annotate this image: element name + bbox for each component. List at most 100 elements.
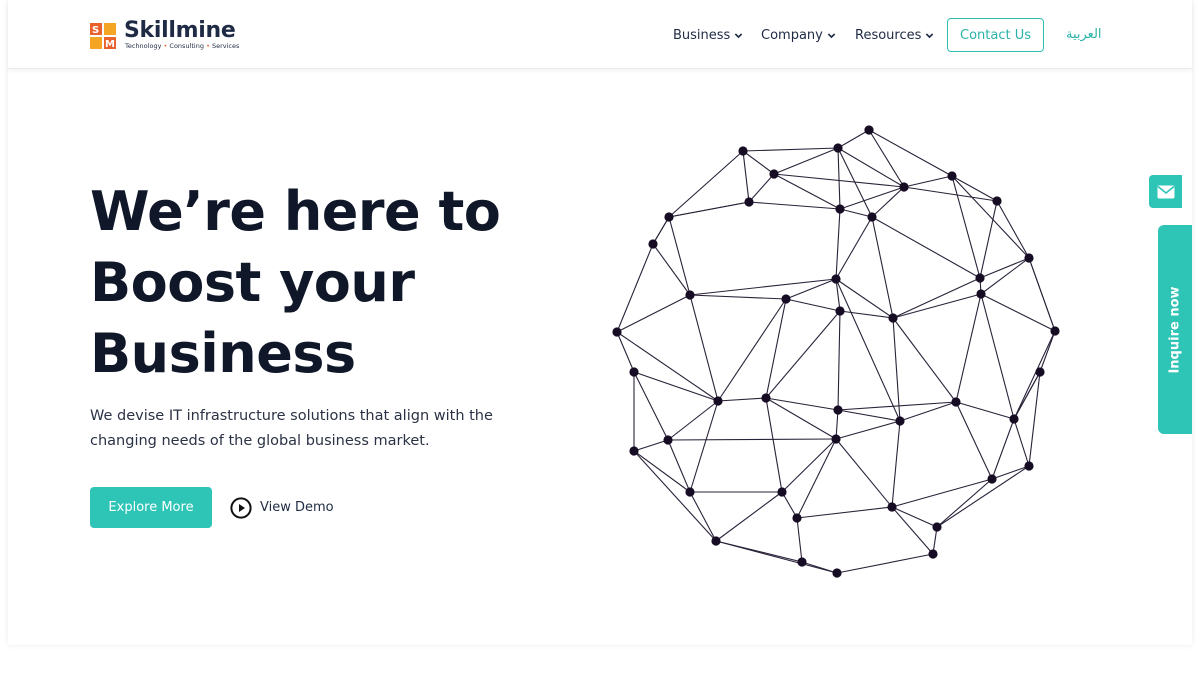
globe-node (867, 212, 877, 222)
globe-edge (781, 438, 837, 493)
tagline-dot: • (206, 42, 210, 50)
globe-edge (955, 401, 1015, 420)
skillmine-logo[interactable]: S M Skillmine Technology • Consulting • … (90, 18, 250, 52)
email-button[interactable] (1149, 175, 1182, 208)
globe-node (888, 313, 898, 323)
nav-label: Resources (855, 27, 922, 43)
globe-node (777, 487, 787, 497)
globe-node (951, 397, 961, 407)
globe-edge (868, 129, 905, 188)
globe-edge (891, 420, 901, 508)
globe-node (629, 446, 639, 456)
globe-node (895, 416, 905, 426)
subtext-line-1: We devise IT infrastructure solutions th… (90, 408, 493, 424)
globe-edge (796, 506, 893, 519)
view-demo-link[interactable]: View Demo (230, 496, 334, 519)
globe-edge (891, 506, 938, 528)
globe-node (663, 435, 673, 445)
globe-edge (765, 310, 841, 399)
site-frame: S M Skillmine Technology • Consulting • … (8, 0, 1192, 645)
globe-edge (980, 293, 1015, 420)
globe-edge (836, 553, 934, 574)
hero-headline: We’re here to Boost your Business (90, 176, 560, 389)
globe-edge (835, 208, 841, 280)
globe-edge (796, 438, 837, 519)
globe-node (738, 146, 748, 156)
contact-us-button[interactable]: Contact Us (947, 18, 1044, 52)
globe-edge (689, 400, 719, 493)
globe-edge (765, 397, 783, 493)
globe-edge (955, 293, 982, 403)
globe-edge (980, 257, 1030, 295)
tagline-2: Consulting (169, 42, 204, 50)
globe-node (975, 273, 985, 283)
globe-edge (742, 147, 839, 152)
globe-edge (891, 478, 993, 508)
globe-edge (991, 465, 1030, 480)
network-globe-illustration (612, 125, 1060, 578)
chevron-down-icon (735, 32, 743, 38)
globe-edge (773, 147, 839, 175)
language-switch-link[interactable]: العربية (1066, 27, 1102, 42)
globe-node (835, 204, 845, 214)
globe-node (781, 294, 791, 304)
globe-edge (715, 491, 783, 542)
nav-label: Company (761, 27, 823, 43)
envelope-icon (1156, 185, 1175, 198)
globe-edge (1013, 330, 1056, 420)
globe-node (833, 405, 843, 415)
globe-edge (689, 294, 787, 300)
globe-node (1009, 414, 1019, 424)
tagline-3: Services (211, 42, 240, 50)
globe-edge (652, 216, 670, 245)
chevron-down-icon (827, 32, 836, 38)
nav-item-business[interactable]: Business (673, 26, 743, 44)
inquire-now-tab[interactable]: Inquire now (1158, 225, 1192, 434)
globe-edge (891, 506, 934, 555)
globe-edge (652, 243, 691, 296)
globe-node (992, 196, 1002, 206)
globe-node (744, 197, 754, 207)
globe-edge (837, 409, 901, 422)
globe-node (761, 393, 771, 403)
globe-node (792, 513, 802, 523)
globe-edge (742, 150, 775, 175)
globe-node (832, 568, 842, 578)
headline-line-3: Business (90, 322, 356, 385)
play-circle-icon (230, 496, 252, 519)
globe-edge (796, 517, 803, 563)
globe-node (713, 396, 723, 406)
globe-edge (837, 129, 870, 149)
view-demo-label: View Demo (260, 500, 334, 515)
inquire-now-label: Inquire now (1167, 285, 1183, 374)
globe-edge (1013, 371, 1041, 420)
globe-edge (616, 243, 654, 333)
globe-edge (839, 186, 905, 210)
explore-more-button[interactable]: Explore More (90, 487, 212, 528)
globe-node (831, 434, 841, 444)
globe-edge (717, 397, 767, 402)
globe-edge (979, 257, 1030, 279)
globe-node (1050, 326, 1060, 336)
svg-text:S: S (92, 25, 99, 36)
globe-edge (868, 129, 953, 177)
globe-node (1024, 253, 1034, 263)
svg-text:M: M (105, 39, 115, 50)
globe-edge (668, 201, 750, 218)
globe-edge (835, 420, 901, 440)
globe-node (987, 474, 997, 484)
globe-edge (903, 186, 998, 202)
globe-edge (955, 401, 993, 480)
globe-edge (871, 186, 905, 218)
logo-tagline: Technology • Consulting • Services (125, 42, 239, 50)
globe-node (797, 557, 807, 567)
globe-edge (892, 317, 957, 403)
tagline-dot: • (163, 42, 168, 50)
globe-edge (1013, 418, 1030, 467)
globe-edge (871, 216, 894, 319)
globe-edge (1039, 330, 1056, 373)
subtext-line-2: changing needs of the global business ma… (90, 433, 430, 449)
nav-item-company[interactable]: Company (761, 26, 836, 44)
globe-edge (667, 438, 837, 441)
nav-item-resources[interactable]: Resources (855, 26, 934, 44)
